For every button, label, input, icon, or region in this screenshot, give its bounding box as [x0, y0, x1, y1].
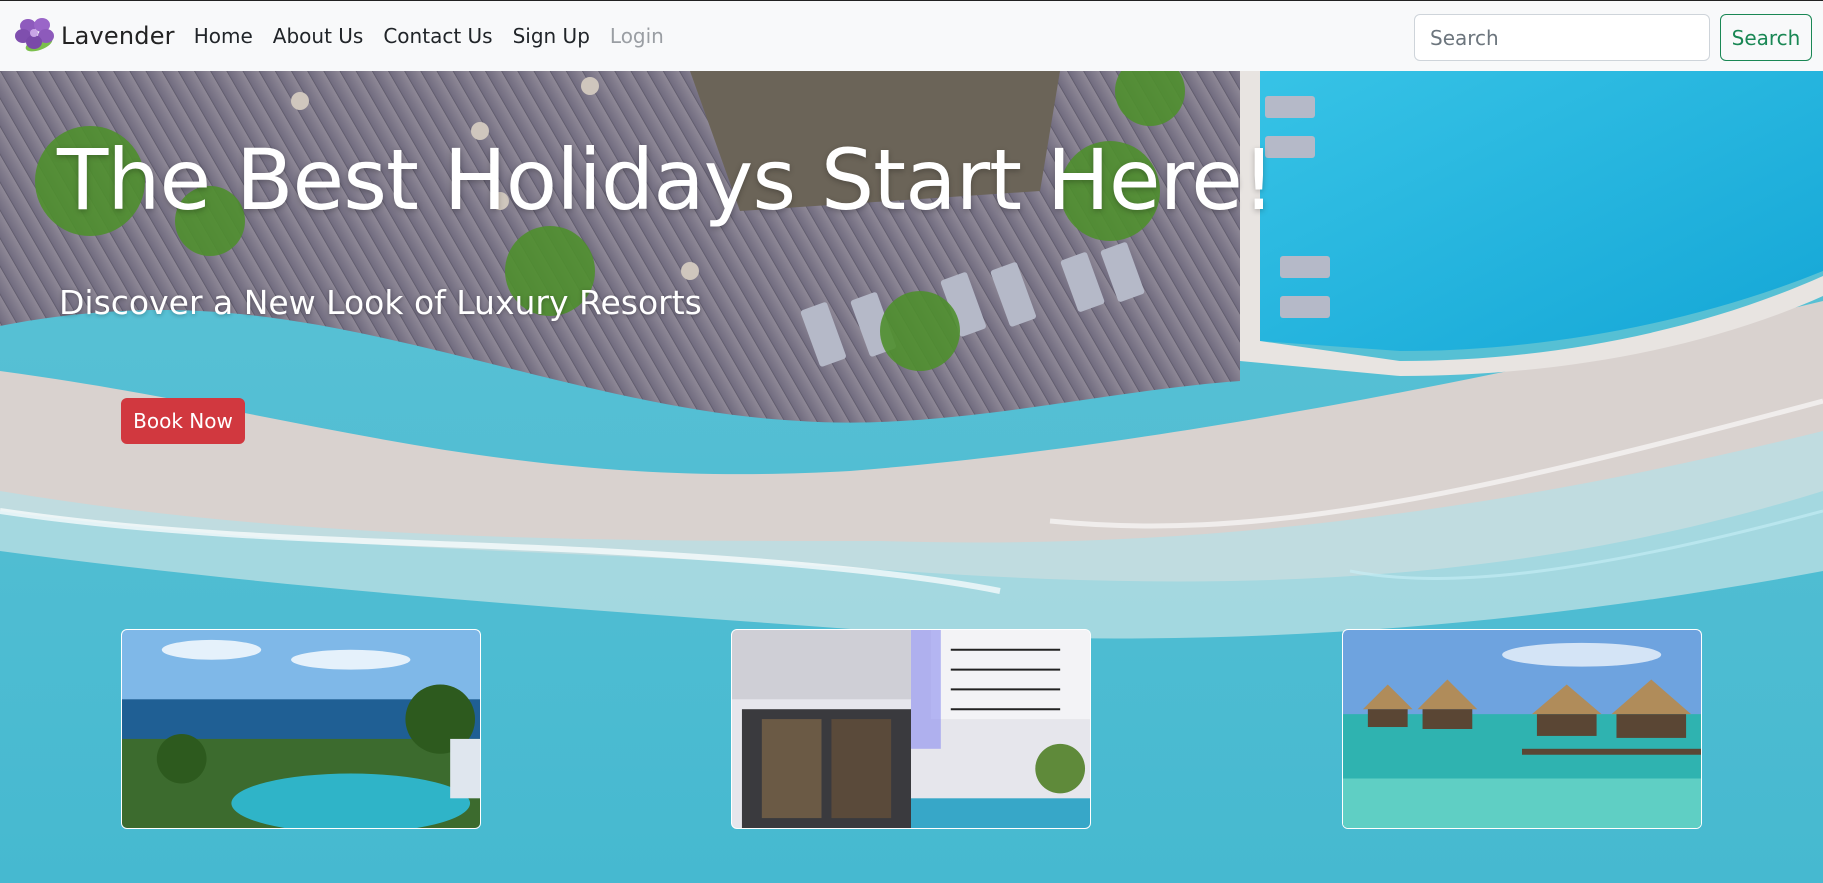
- navbar: Lavender Home About Us Contact Us Sign U…: [0, 0, 1823, 71]
- search-button[interactable]: Search: [1720, 14, 1812, 61]
- search-form: Search: [1414, 14, 1812, 61]
- nav-about-us[interactable]: About Us: [273, 24, 364, 48]
- resort-card-2[interactable]: [731, 629, 1091, 829]
- overwater-bungalows-photo: [1343, 630, 1701, 828]
- nav-login[interactable]: Login: [610, 24, 664, 48]
- nav-home[interactable]: Home: [194, 24, 253, 48]
- modern-villa-courtyard-photo: [732, 630, 1090, 828]
- book-now-button[interactable]: Book Now: [121, 398, 245, 444]
- cliffside-resort-pool-photo: [122, 630, 480, 828]
- brand-link[interactable]: Lavender: [13, 14, 175, 58]
- nav-sign-up[interactable]: Sign Up: [513, 24, 590, 48]
- hero-subtitle: Discover a New Look of Luxury Resorts: [59, 283, 702, 322]
- resort-card-1[interactable]: [121, 629, 481, 829]
- lavender-flower-icon: [13, 14, 59, 58]
- search-input[interactable]: [1414, 14, 1710, 61]
- resort-card-3[interactable]: [1342, 629, 1702, 829]
- hero-title: The Best Holidays Start Here!: [57, 131, 1276, 229]
- brand-name: Lavender: [61, 22, 175, 50]
- nav-contact-us[interactable]: Contact Us: [383, 24, 492, 48]
- nav-links: Home About Us Contact Us Sign Up Login: [194, 24, 684, 48]
